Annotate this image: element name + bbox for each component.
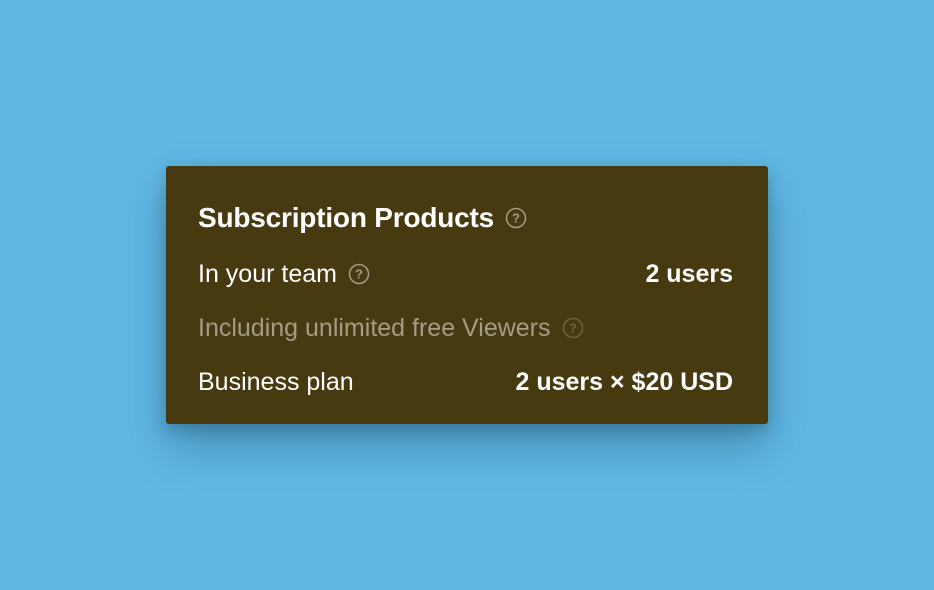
question-circle-icon[interactable]: ? — [348, 263, 370, 285]
team-users-label: In your team — [198, 259, 337, 288]
free-viewers-label: Including unlimited free Viewers — [198, 313, 551, 342]
business-plan-price: 2 users × $20 USD — [515, 367, 734, 396]
card-title: Subscription Products — [198, 202, 495, 233]
question-circle-icon[interactable]: ? — [505, 207, 527, 229]
team-users-value: 2 users — [645, 259, 733, 288]
subscription-products-card: Subscription Products ? In your team ? 2… — [166, 166, 768, 424]
business-plan-label: Business plan — [198, 367, 354, 396]
team-users-row: In your team ? 2 users — [198, 258, 733, 290]
business-plan-row: Business plan 2 users × $20 USD — [198, 366, 733, 398]
free-viewers-row: Including unlimited free Viewers ? — [198, 312, 733, 344]
svg-text:?: ? — [569, 321, 577, 336]
card-header: Subscription Products ? — [198, 202, 733, 234]
question-circle-icon[interactable]: ? — [562, 317, 584, 339]
svg-text:?: ? — [355, 267, 363, 282]
svg-text:?: ? — [512, 211, 520, 226]
